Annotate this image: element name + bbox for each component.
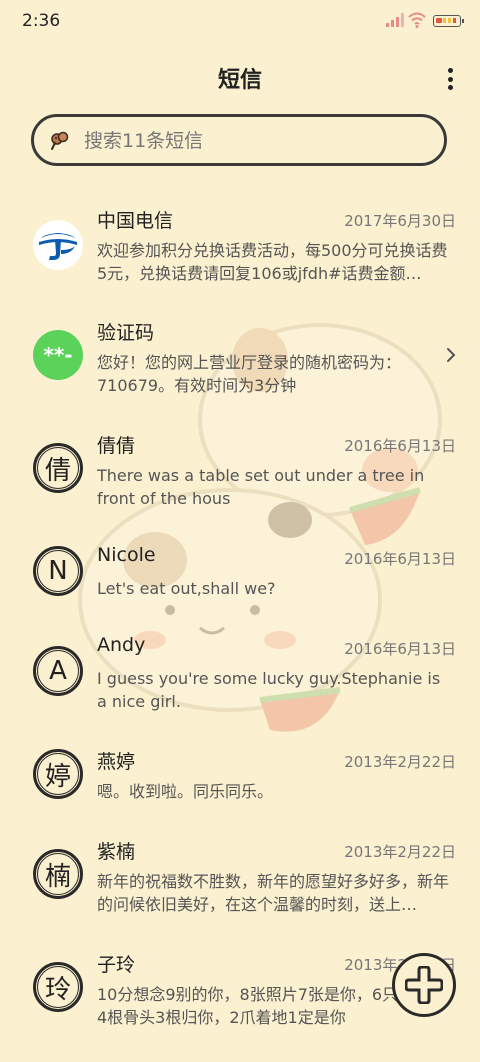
status-time: 2:36 — [22, 11, 61, 31]
search-icon — [51, 131, 69, 150]
conversation-name: 子玲 — [97, 954, 136, 976]
conversation-snippet: 新年的祝福数不胜数，新年的愿望好多好多，新年的问候依旧美好，在这个温馨的时刻，送… — [97, 872, 450, 914]
conversation-name: 紫楠 — [97, 841, 136, 863]
conversation-name: 中国电信 — [97, 210, 174, 232]
conversation-snippet: I guess you're some lucky guy.Stephanie … — [97, 669, 441, 711]
conversation-date: 2013年2月22日 — [344, 843, 456, 861]
wifi-icon — [408, 12, 426, 28]
page-title: 短信 — [217, 68, 262, 93]
chevron-right-icon[interactable] — [446, 347, 456, 363]
battery-icon — [433, 15, 464, 27]
contact-avatar: A — [33, 646, 83, 696]
conversation-snippet: There was a table set out under a tree i… — [97, 466, 425, 508]
signal-icon — [386, 13, 404, 27]
conversation-snippet: 嗯。收到啦。同乐同乐。 — [97, 782, 274, 801]
more-options-icon[interactable] — [448, 68, 454, 90]
conversation-name: Andy — [97, 634, 146, 656]
conversation-item[interactable]: 倩 倩倩 2016年6月13日 There was a table set ou… — [0, 431, 480, 543]
verification-code-avatar: **- — [33, 330, 83, 380]
contact-avatar: 婷 — [33, 749, 83, 799]
search-bar[interactable] — [31, 114, 447, 166]
conversation-date: 2016年6月13日 — [344, 437, 456, 455]
status-bar: 2:36 — [0, 0, 480, 44]
search-input[interactable] — [82, 117, 426, 165]
conversation-item[interactable]: **- 验证码 您好！您的网上营业厅登录的随机密码为：710679。有效时间为3… — [0, 318, 480, 430]
conversation-name: 倩倩 — [97, 435, 136, 457]
conversation-snippet: 您好！您的网上营业厅登录的随机密码为：710679。有效时间为3分钟 — [97, 353, 402, 395]
new-message-button[interactable] — [392, 953, 456, 1017]
conversation-date: 2017年6月30日 — [344, 212, 456, 230]
contact-avatar: 倩 — [33, 443, 83, 493]
contact-avatar: 楠 — [33, 849, 83, 899]
conversation-date: 2016年6月13日 — [344, 640, 456, 658]
conversation-item[interactable]: A Andy 2016年6月13日 I guess you're some lu… — [0, 634, 480, 746]
conversation-item[interactable]: 中国电信 2017年6月30日 欢迎参加积分兑换话费活动，每500分可兑换话费5… — [0, 206, 480, 318]
conversation-snippet: Let's eat out,shall we? — [97, 579, 276, 598]
conversation-item[interactable]: 楠 紫楠 2013年2月22日 新年的祝福数不胜数，新年的愿望好多好多，新年的问… — [0, 837, 480, 949]
contact-avatar: N — [33, 546, 83, 596]
conversation-snippet: 欢迎参加积分兑换话费活动，每500分可兑换话费5元，兑换话费请回复106或jfd… — [97, 241, 448, 283]
conversation-name: Nicole — [97, 544, 156, 566]
china-telecom-logo-icon — [33, 220, 83, 270]
conversation-date: 2016年6月13日 — [344, 550, 456, 568]
conversation-date: 2013年2月22日 — [344, 753, 456, 771]
conversation-name: 验证码 — [97, 322, 155, 344]
contact-avatar: 玲 — [33, 962, 83, 1012]
conversation-name: 燕婷 — [97, 751, 136, 773]
plus-icon — [405, 966, 443, 1004]
